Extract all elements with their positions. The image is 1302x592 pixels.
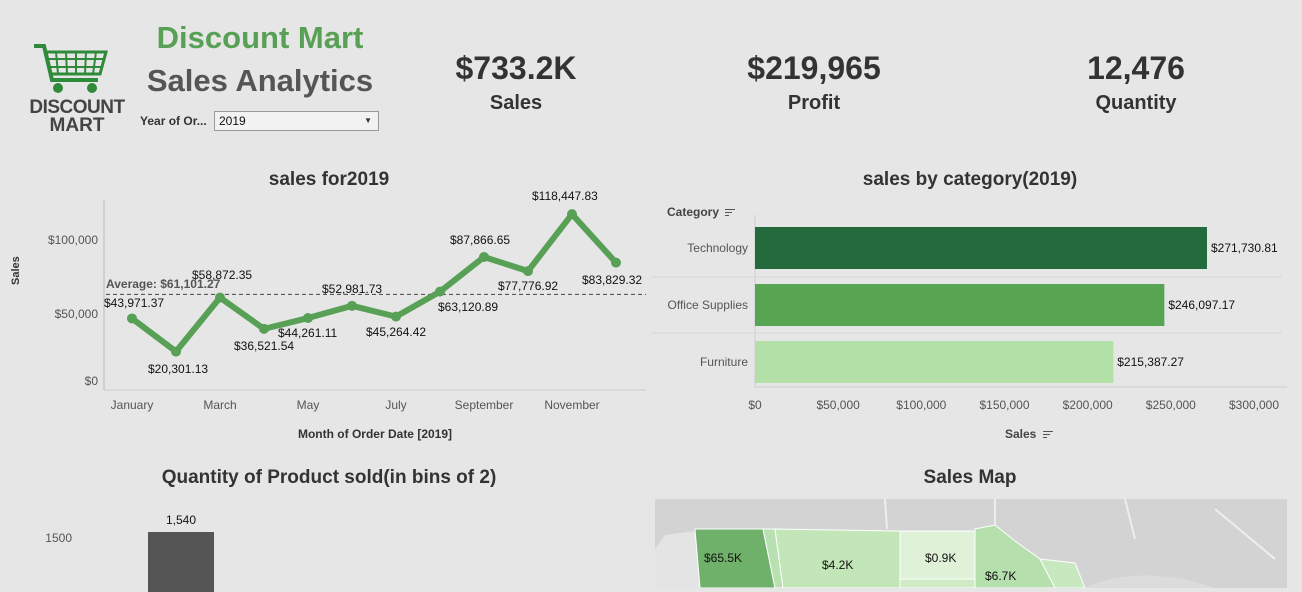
bar-xlabel-text: Sales	[1005, 427, 1037, 441]
line-chart-title: sales for2019	[268, 169, 390, 190]
kpi-sales-value: $733.2K	[455, 50, 577, 86]
sales-point[interactable]	[611, 257, 621, 268]
map-label: $4.2K	[822, 558, 854, 572]
sales-point[interactable]	[127, 313, 137, 324]
line-data-label: $20,301.13	[148, 361, 209, 376]
line-chart	[103, 200, 646, 391]
sales-point[interactable]	[479, 251, 489, 262]
category-label: Furniture	[700, 355, 748, 369]
category-bar[interactable]	[755, 284, 1165, 326]
line-data-label: $63,120.89	[438, 299, 499, 314]
year-filter-dropdown[interactable]: 2019 ▼	[214, 111, 379, 131]
histogram-bar-label: 1,540	[165, 513, 197, 527]
bar-x-tick: $250,000	[1145, 398, 1196, 412]
bar-xlabel[interactable]: Sales	[1005, 427, 1053, 441]
logo-text-line2: MART	[49, 115, 105, 136]
bar-x-tick: $100,000	[896, 398, 947, 412]
sales-point[interactable]	[215, 292, 225, 303]
line-data-label: $77,776.92	[498, 279, 559, 294]
bar-x-tick: $150,000	[979, 398, 1030, 412]
line-data-label: $118,447.83	[532, 189, 598, 204]
category-bar-label: $271,730.81	[1211, 241, 1278, 255]
sales-point[interactable]	[567, 209, 577, 220]
category-bar-label: $215,387.27	[1117, 355, 1184, 369]
logo: DISCOUNT MART	[22, 40, 132, 136]
sales-point[interactable]	[523, 266, 533, 277]
histogram-bar	[148, 532, 214, 592]
year-filter-label: Year of Or...	[140, 114, 207, 128]
kpi-profit-value: $219,965	[747, 50, 881, 86]
histogram-title: Quantity of Product sold(in bins of 2)	[161, 467, 497, 488]
kpi-profit-label: Profit	[787, 92, 841, 114]
bar-x-tick: $200,000	[1062, 398, 1113, 412]
chevron-down-icon: ▼	[364, 116, 372, 125]
line-data-label: $58,872.35	[192, 267, 253, 282]
kpi-quantity-value: 12,476	[1087, 50, 1185, 86]
brand-title: Discount Mart	[156, 20, 364, 55]
sales-point[interactable]	[259, 323, 269, 334]
line-y-tick: $0	[84, 374, 98, 388]
line-data-label: $52,981.73	[322, 281, 383, 296]
bar-chart-title: sales by category(2019)	[862, 169, 1078, 190]
year-filter-value: 2019	[219, 114, 246, 128]
line-data-label: $44,261.11	[278, 326, 338, 341]
line-data-label: $43,971.37	[104, 296, 165, 311]
map-label: $6.7K	[985, 569, 1017, 583]
bar-x-tick: $50,000	[816, 398, 860, 412]
line-chart-ylabel: Sales	[10, 256, 22, 285]
line-data-label: $87,866.65	[450, 232, 511, 247]
category-label: Technology	[687, 241, 748, 255]
sort-icon	[1042, 430, 1053, 439]
map-label: $0.9K	[925, 551, 957, 565]
map-title: Sales Map	[923, 467, 1017, 488]
category-bar-chart: $271,730.81 Technology $246,097.17 Office S…	[652, 215, 1287, 388]
map-label: $65.5K	[704, 551, 743, 565]
line-data-label: $36,521.54	[234, 338, 295, 353]
shopping-cart-icon	[34, 44, 108, 93]
line-y-tick: $50,000	[54, 307, 98, 321]
line-data-label: $45,264.42	[366, 324, 427, 339]
category-bar[interactable]	[755, 341, 1114, 383]
line-y-tick: $100,000	[47, 233, 98, 247]
bar-x-tick: $300,000	[1228, 398, 1280, 412]
map-shapes	[655, 499, 1287, 588]
histogram-y-tick: 1500	[45, 531, 72, 545]
bar-x-tick: $0	[748, 398, 762, 412]
line-data-label: $83,829.32	[582, 272, 643, 287]
sales-point[interactable]	[347, 300, 357, 311]
sales-point[interactable]	[391, 311, 401, 322]
sales-point[interactable]	[435, 286, 445, 297]
sales-map[interactable]: $65.5K $4.2K $0.9K $6.7K	[655, 499, 1287, 588]
kpi-quantity-label: Quantity	[1095, 92, 1177, 114]
kpi-sales-label: Sales	[489, 92, 543, 114]
category-bar-label: $246,097.17	[1168, 298, 1235, 312]
category-label: Office Supplies	[668, 298, 749, 312]
category-bar[interactable]	[755, 227, 1207, 269]
page-title: Sales Analytics	[146, 63, 374, 98]
sales-point[interactable]	[171, 346, 181, 357]
sales-point[interactable]	[303, 313, 313, 324]
